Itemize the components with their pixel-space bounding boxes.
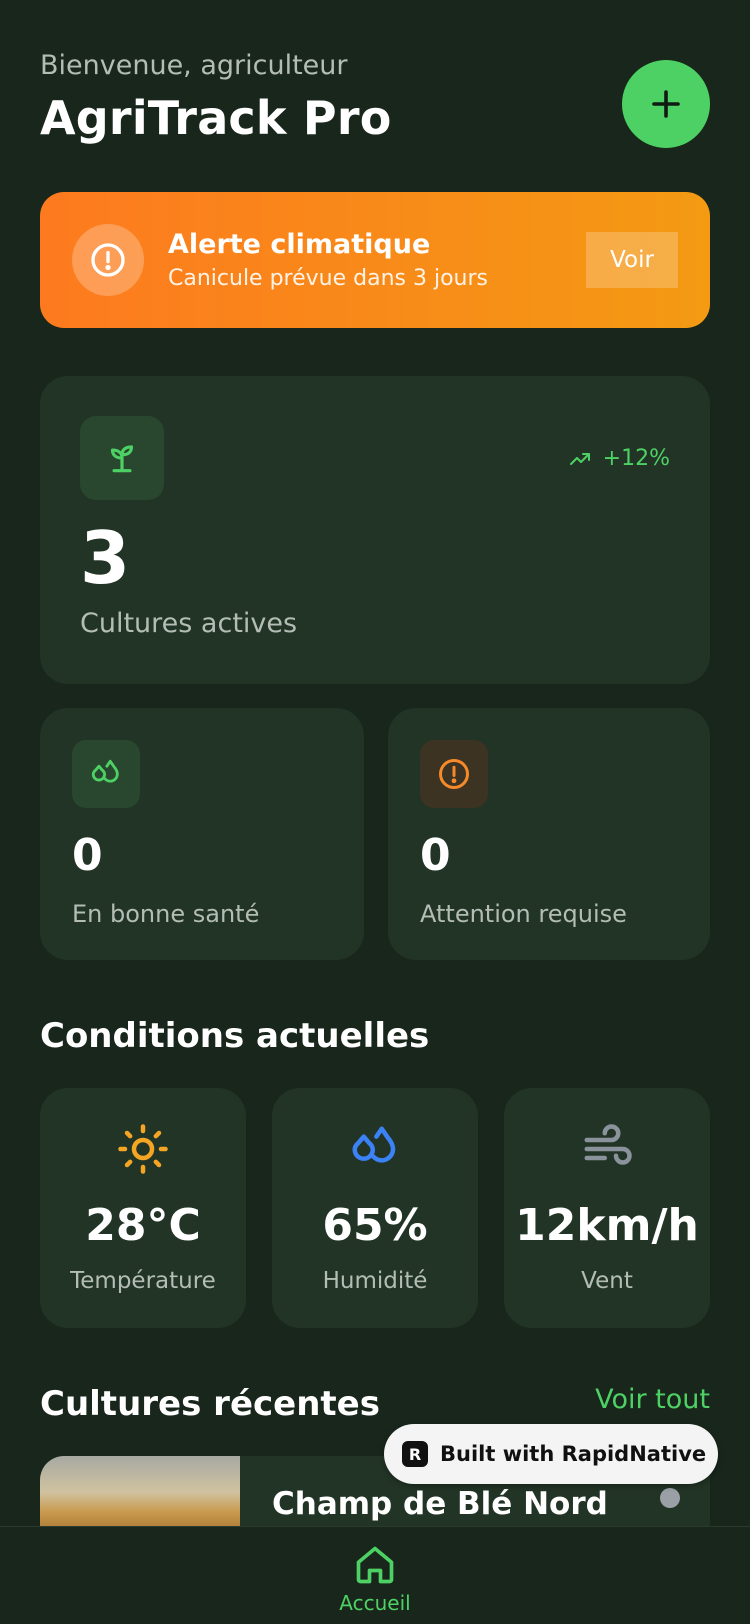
- alert-text: Alerte climatique Canicule prévue dans 3…: [168, 229, 586, 291]
- alert-icon-wrap: [420, 740, 488, 808]
- plus-icon: [652, 90, 680, 118]
- attention-crops-card[interactable]: 0 Attention requise: [388, 708, 710, 960]
- nav-label-home: Accueil: [339, 1591, 411, 1615]
- healthy-label: En bonne santé: [72, 900, 260, 928]
- status-dot: [660, 1488, 680, 1508]
- sprout-icon-wrap: [80, 416, 164, 500]
- alert-icon-wrap: [72, 224, 144, 296]
- droplets-icon-wrap: [272, 1122, 478, 1176]
- sun-icon-wrap: [40, 1122, 246, 1176]
- trending-up-icon: [569, 452, 590, 465]
- greeting-text: Bienvenue, agriculteur: [40, 50, 348, 81]
- climate-alert-banner[interactable]: Alerte climatique Canicule prévue dans 3…: [40, 192, 710, 328]
- wind-icon: [584, 1124, 632, 1165]
- active-crops-card[interactable]: +12% 3 Cultures actives: [40, 376, 710, 684]
- recent-crops-title: Cultures récentes: [40, 1384, 380, 1424]
- temperature-label: Température: [70, 1268, 216, 1294]
- conditions-title: Conditions actuelles: [40, 1016, 430, 1056]
- trend-indicator: +12%: [565, 446, 670, 471]
- badge-label: Built with RapidNative: [440, 1442, 707, 1466]
- attention-label: Attention requise: [420, 900, 627, 928]
- droplets-icon-wrap: [72, 740, 140, 808]
- healthy-value: 0: [72, 830, 103, 881]
- droplets-icon: [91, 759, 119, 783]
- humidity-value: 65%: [322, 1200, 428, 1251]
- home-icon: [356, 1546, 394, 1584]
- page-title: AgriTrack Pro: [40, 91, 392, 145]
- see-all-link[interactable]: Voir tout: [595, 1384, 710, 1415]
- active-crops-label: Cultures actives: [80, 608, 298, 639]
- header: Bienvenue, agriculteur AgriTrack Pro: [40, 50, 710, 160]
- healthy-crops-card[interactable]: 0 En bonne santé: [40, 708, 364, 960]
- droplets-icon: [352, 1126, 396, 1163]
- sprout-icon: [110, 445, 134, 473]
- humidity-card[interactable]: 65% Humidité: [272, 1088, 478, 1328]
- wind-value: 12km/h: [515, 1200, 699, 1251]
- alert-subtitle: Canicule prévue dans 3 jours: [168, 266, 488, 291]
- wind-card[interactable]: 12km/h Vent: [504, 1088, 710, 1328]
- active-crops-value: 3: [80, 516, 131, 600]
- alert-title: Alerte climatique: [168, 229, 431, 260]
- sun-icon: [118, 1124, 168, 1174]
- wind-icon-wrap: [504, 1122, 710, 1176]
- bottom-nav: Accueil: [0, 1526, 750, 1624]
- add-button[interactable]: [622, 60, 710, 148]
- rapidnative-badge[interactable]: R Built with RapidNative: [384, 1424, 718, 1484]
- attention-value: 0: [420, 830, 451, 881]
- temperature-value: 28°C: [85, 1200, 201, 1251]
- crop-name: Champ de Blé Nord: [272, 1486, 608, 1522]
- trend-value: +12%: [602, 446, 670, 471]
- temperature-card[interactable]: 28°C Température: [40, 1088, 246, 1328]
- rapidnative-logo-icon: R: [402, 1441, 428, 1467]
- alert-view-button[interactable]: Voir: [586, 232, 678, 288]
- nav-item-home[interactable]: Accueil: [0, 1543, 750, 1615]
- crop-image: [40, 1456, 240, 1536]
- alert-circle-icon: [439, 759, 469, 789]
- alert-circle-icon: [91, 243, 125, 277]
- humidity-label: Humidité: [322, 1268, 428, 1294]
- wind-label: Vent: [581, 1268, 633, 1294]
